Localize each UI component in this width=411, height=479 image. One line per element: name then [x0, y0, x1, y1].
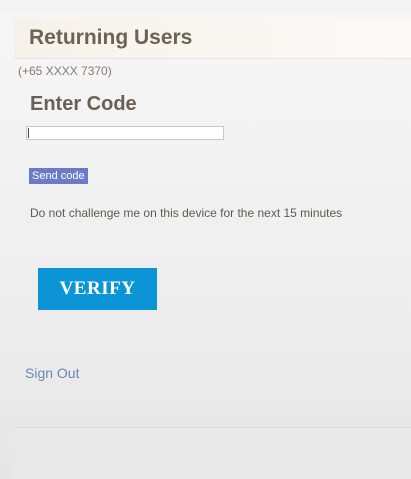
remember-device-text: Do not challenge me on this device for t…: [30, 206, 343, 220]
sign-out-link[interactable]: Sign Out: [25, 365, 79, 381]
code-input[interactable]: [26, 126, 224, 140]
masked-phone-number: (+65 XXXX 7370): [18, 64, 112, 78]
returning-users-header: Returning Users: [14, 18, 411, 59]
enter-code-label: Enter Code: [30, 93, 137, 115]
top-strip: [0, 0, 411, 12]
text-caret: [28, 128, 29, 138]
footer-band: [14, 428, 411, 479]
send-code-link[interactable]: Send code: [29, 168, 88, 184]
verify-button[interactable]: VERIFY: [38, 268, 157, 310]
page-title: Returning Users: [29, 26, 193, 49]
